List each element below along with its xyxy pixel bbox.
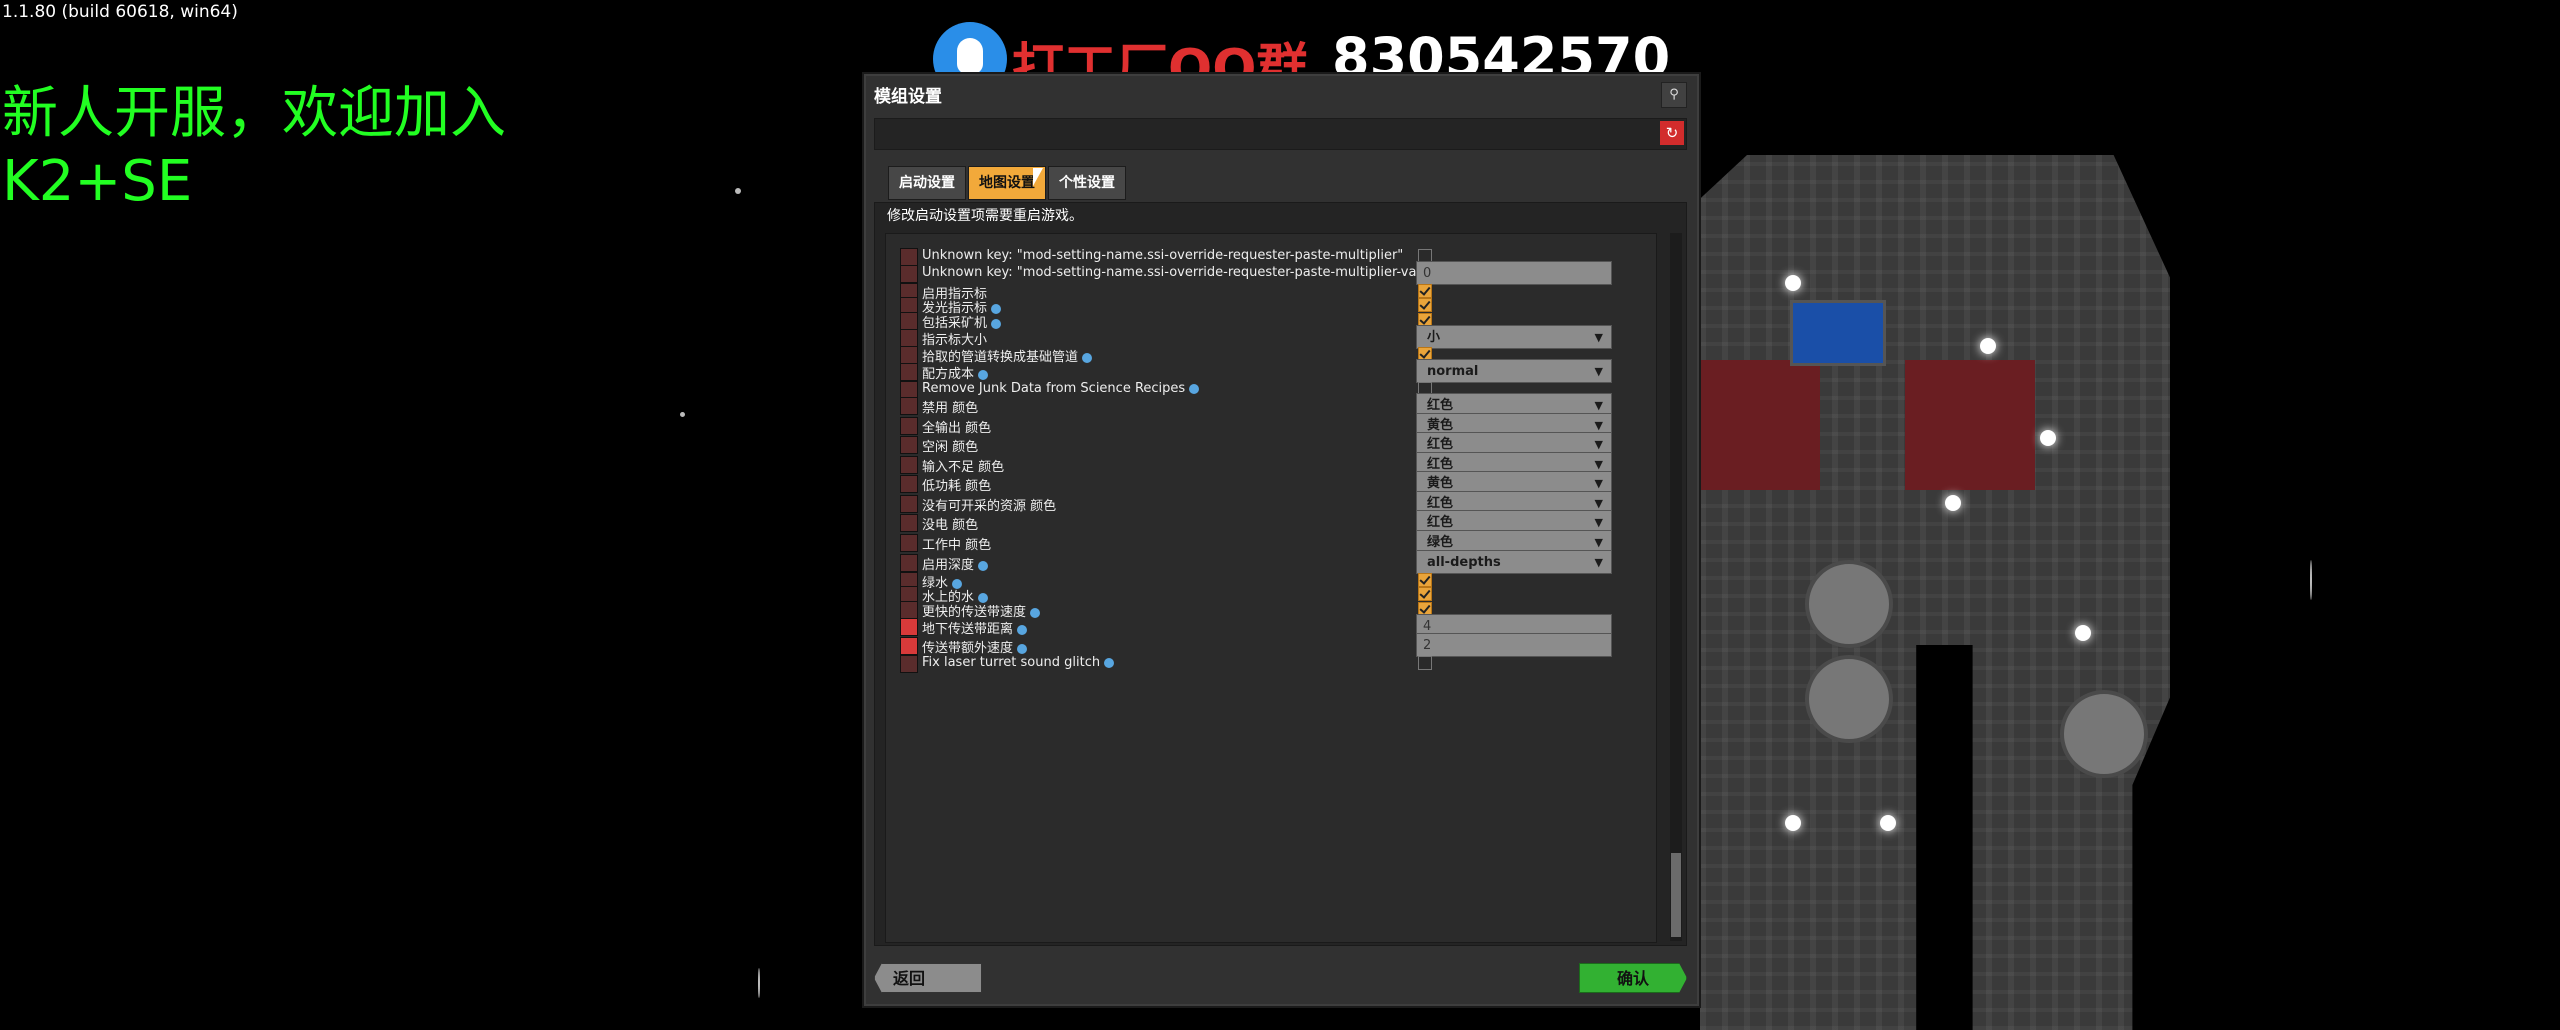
ship-tank [1805,655,1893,743]
setting-row: 低功耗 颜色 黄色 ▼ [886,471,1656,495]
settings-panel: 修改启动设置项需要重启游戏。 Unknown key: "mod-setting… [874,202,1687,946]
banner-line-2: K2+SE [2,149,193,214]
setting-mod-icon [900,397,918,415]
dropdown-value: 绿色 [1427,535,1454,550]
setting-mod-icon [900,475,918,493]
version-label: 1.1.80 (build 60618, win64) [2,2,238,22]
search-icon[interactable]: ⚲ [1661,82,1687,108]
ship-lamp [1785,815,1801,831]
info-icon [978,560,989,571]
settings-list[interactable]: Unknown key: "mod-setting-name.ssi-overr… [885,233,1657,943]
info-icon [1189,383,1200,394]
setting-mod-icon [900,534,918,552]
star [680,412,685,417]
confirm-button[interactable]: 确认 [1579,963,1687,993]
banner-line-1: 新人开服，欢迎加入 [2,81,506,146]
star [2310,560,2312,600]
back-button[interactable]: 返回 [874,963,982,993]
setting-mod-icon [900,436,918,454]
setting-checkbox[interactable] [1418,656,1432,670]
ship-lamp [1880,815,1896,831]
setting-row: 工作中 颜色 绿色 ▼ [886,530,1656,554]
ship-lamp [2040,430,2056,446]
dialog-title: 模组设置 [874,87,942,107]
setting-label: Remove Junk Data from Science Recipes [922,381,1200,396]
setting-mod-icon [900,417,918,435]
setting-mod-icon [900,514,918,532]
setting-row: 没电 颜色 红色 ▼ [886,510,1656,534]
setting-mod-icon [900,495,918,513]
setting-row: 启用深度 all-depths ▼ [886,550,1656,574]
dropdown-value: normal [1427,364,1479,379]
setting-row: Unknown key: "mod-setting-name.ssi-overr… [886,261,1656,285]
setting-mod-icon [900,655,918,673]
dropdown-value: 红色 [1427,496,1454,511]
star [735,188,741,194]
setting-label: 没电 颜色 [922,518,979,533]
ship-floor-tile [1905,360,2035,490]
setting-label: Unknown key: "mod-setting-name.ssi-overr… [922,265,1443,280]
setting-row: 配方成本 normal ▼ [886,359,1656,383]
server-banner: 新人开服，欢迎加入 K2+SE [2,80,506,216]
ship-lamp [1980,338,1996,354]
star [758,968,760,998]
info-icon [978,369,989,380]
restart-note: 修改启动设置项需要重启游戏。 [887,208,1083,224]
search-bar[interactable]: ↻ [874,118,1687,150]
ship-lamp [1785,275,1801,291]
mod-settings-dialog: 模组设置 ⚲ ↻ 启动设置 地图设置 个性设置 修改启动设置项需要重启游戏。 U… [862,72,1701,1008]
ship-floor-tile [1700,360,1820,490]
scrollbar-thumb[interactable] [1671,853,1681,937]
settings-tabs: 启动设置 地图设置 个性设置 [888,166,1128,200]
setting-label: Fix laser turret sound glitch [922,655,1115,670]
setting-label: Unknown key: "mod-setting-name.ssi-overr… [922,248,1404,263]
setting-row: Fix laser turret sound glitch [886,653,1656,673]
dropdown-value: 黄色 [1427,418,1454,433]
dropdown-value: 红色 [1427,515,1454,530]
setting-label: 低功耗 颜色 [922,479,992,494]
setting-label: 空闲 颜色 [922,440,979,455]
setting-label: 禁用 颜色 [922,401,979,416]
spaceship-image [1700,155,2170,1030]
info-icon [1017,624,1028,635]
setting-row: 空闲 颜色 红色 ▼ [886,432,1656,456]
dropdown-value: 黄色 [1427,476,1454,491]
dropdown-value: all-depths [1427,555,1501,570]
ship-lamp [1945,495,1961,511]
setting-row: 传送带额外速度 2 [886,633,1656,657]
tab-per-user[interactable]: 个性设置 [1048,166,1126,200]
dropdown-value: 红色 [1427,437,1454,452]
setting-row: 禁用 颜色 红色 ▼ [886,393,1656,417]
dropdown-value: 红色 [1427,398,1454,413]
ship-lamp [2075,625,2091,641]
tab-startup[interactable]: 启动设置 [888,166,966,200]
setting-mod-icon [900,618,918,636]
info-icon [1104,657,1115,668]
reset-icon[interactable]: ↻ [1660,121,1684,145]
scrollbar[interactable] [1670,233,1682,941]
info-icon [1017,643,1028,654]
ship-tank [1805,560,1893,648]
ship-console [1790,300,1886,366]
setting-label: 工作中 颜色 [922,538,992,553]
dropdown-value: 红色 [1427,457,1454,472]
dropdown-value: 小 [1427,330,1441,345]
ship-tank [2060,690,2148,778]
mouse-cursor-icon [1033,168,1043,186]
setting-mod-icon [900,456,918,474]
